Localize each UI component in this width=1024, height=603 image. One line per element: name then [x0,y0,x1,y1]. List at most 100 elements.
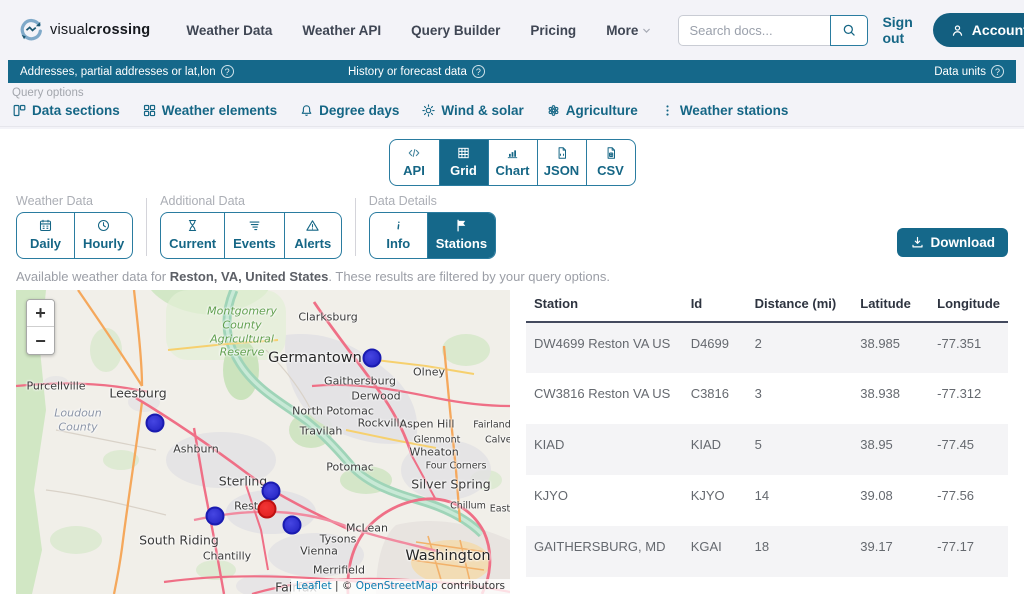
cell-latitude: 38.95 [852,424,929,475]
table-row: KIAD KIAD 5 38.95 -77.45 [526,424,1008,475]
search-button[interactable] [830,15,868,46]
stations-button[interactable]: Stations [427,213,495,258]
map-zoom-control: + − [26,299,55,355]
cell-distance: 3 [747,373,853,424]
weather-data-group: Weather Data Daily Hourly [16,194,133,259]
station-marker-red[interactable] [258,500,277,519]
info-button[interactable]: Info [370,213,427,258]
additional-data-group: Additional Data Current Events Alerts [160,194,342,259]
status-line: Available weather data for Reston, VA, U… [0,259,1024,290]
map-attribution: Leaflet | © OpenStreetMap contributors [291,579,510,594]
map-canvas[interactable] [16,290,510,594]
openstreetmap-link[interactable]: OpenStreetMap [356,580,438,592]
data-details-group: Data Details Info Stations [369,194,496,259]
alerts-button[interactable]: Alerts [284,213,341,258]
sun-icon [421,103,436,118]
map[interactable]: Montgomery County Agricultural Reserve P… [16,290,510,594]
cell-station: KIAD [526,424,683,475]
cell-id: KJYO [683,475,747,526]
help-icon[interactable]: ? [221,65,234,78]
daily-button[interactable]: Daily [17,213,74,258]
flower-icon [546,103,561,118]
zoom-out-button[interactable]: − [27,327,54,354]
nav-query-builder[interactable]: Query Builder [411,23,500,38]
cell-latitude: 39.17 [852,526,929,577]
button-label: Current [169,236,216,251]
nav-weather-api[interactable]: Weather API [302,23,381,38]
tab-chart[interactable]: Chart [488,140,537,185]
button-label: Stations [436,236,487,251]
nav-pricing[interactable]: Pricing [530,23,576,38]
option-data-sections[interactable]: Data sections [12,103,120,118]
visualcrossing-logo-icon [18,17,44,43]
flag-icon [454,218,469,233]
tab-csv[interactable]: CSV [586,140,635,185]
sign-out-link[interactable]: Sign out [882,14,912,46]
station-marker-blue[interactable] [262,482,281,501]
nav-weather-data[interactable]: Weather Data [186,23,272,38]
search-input[interactable] [678,15,830,46]
table-row: GAITHERSBURG, MD KGAI 18 39.17 -77.17 [526,526,1008,577]
tab-api[interactable]: API [390,140,439,185]
account-label: Account [972,22,1024,38]
cell-distance: 2 [747,322,853,373]
group-title: Data Details [369,194,496,208]
station-marker-blue[interactable] [206,507,225,526]
weather-data-buttons: Daily Hourly [16,212,133,259]
bell-icon [299,103,314,118]
account-button[interactable]: Account [933,13,1024,47]
option-degree-days[interactable]: Degree days [299,103,399,118]
chevron-down-icon [641,25,652,36]
daterange-label-text: History or forecast data [348,66,467,78]
tab-json[interactable]: JSON [537,140,586,185]
cell-station: GAITHERSBURG, MD [526,526,683,577]
cell-latitude: 39.08 [852,475,929,526]
tab-label: CSV [597,163,624,178]
nav-more-label: More [606,23,638,38]
events-button[interactable]: Events [224,213,284,258]
option-weather-stations[interactable]: Weather stations [660,103,789,118]
cyclone-icon [247,218,262,233]
units-label-text: Data units [934,66,986,78]
units-field-label[interactable]: Data units ? [934,65,1004,78]
warning-triangle-icon [305,218,320,233]
info-icon [391,218,406,233]
status-location: Reston, VA, United States [170,269,329,284]
nav-more-menu[interactable]: More [606,23,652,38]
option-label: Wind & solar [441,103,523,118]
station-marker-blue[interactable] [363,349,382,368]
option-agriculture[interactable]: Agriculture [546,103,638,118]
cell-longitude: -77.56 [929,475,1008,526]
grid-squares-icon [142,103,157,118]
controls-row: Weather Data Daily Hourly Additional Dat… [0,186,1024,259]
station-marker-blue[interactable] [146,414,165,433]
clock-icon [96,218,111,233]
table-header-row: Station Id Distance (mi) Latitude Longit… [526,290,1008,322]
cell-station: DW4699 Reston VA US [526,322,683,373]
help-icon[interactable]: ? [991,65,1004,78]
col-header-station: Station [526,290,683,322]
json-file-icon [555,146,569,160]
col-header-distance: Distance (mi) [747,290,853,322]
daterange-field-label[interactable]: History or forecast data ? [348,65,676,78]
tab-label: API [403,163,425,178]
button-label: Alerts [294,236,331,251]
cell-distance: 18 [747,526,853,577]
leaflet-link[interactable]: Leaflet [296,580,332,592]
help-icon[interactable]: ? [472,65,485,78]
brand-logo[interactable]: visualcrossing [18,17,150,43]
data-details-buttons: Info Stations [369,212,496,259]
cell-station: KJYO [526,475,683,526]
tab-grid[interactable]: Grid [439,140,488,185]
col-header-id: Id [683,290,747,322]
station-marker-blue[interactable] [283,516,302,535]
current-button[interactable]: Current [161,213,224,258]
hourly-button[interactable]: Hourly [74,213,132,258]
location-field-label[interactable]: Addresses, partial addresses or lat,lon … [20,65,348,78]
option-weather-elements[interactable]: Weather elements [142,103,277,118]
tab-label: JSON [544,163,579,178]
zoom-in-button[interactable]: + [27,300,54,327]
download-button[interactable]: Download [897,228,1009,257]
option-wind-solar[interactable]: Wind & solar [421,103,523,118]
query-options-row: Data sections Weather elements Degree da… [0,100,1024,127]
